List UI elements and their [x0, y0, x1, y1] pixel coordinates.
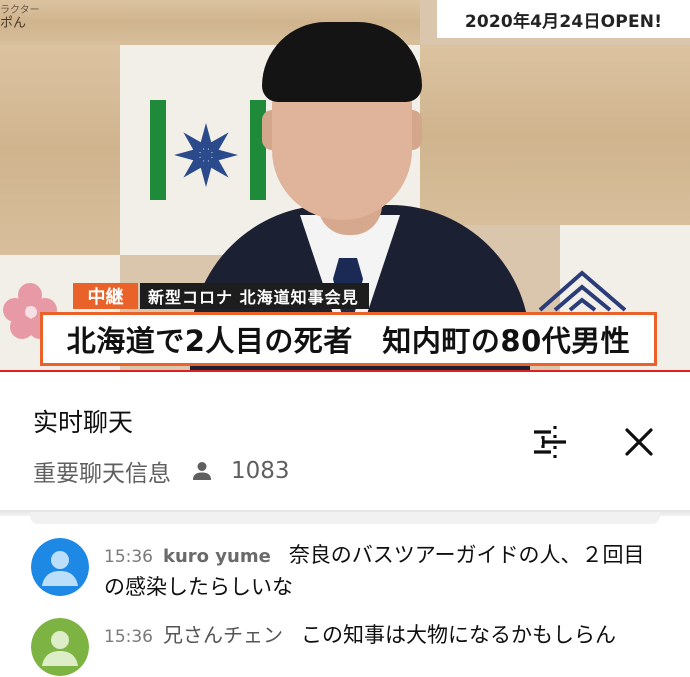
video-player[interactable]: ラクター ポん 2020年4月24日OPEN! 中継 新型コロナ 北海道知事会見…	[0, 0, 690, 372]
hokkaido-emblem-icon	[174, 123, 238, 187]
emblem-stripe	[150, 100, 166, 200]
viewer-count: 1083	[231, 458, 290, 484]
backdrop-text: ラクター ポん	[0, 4, 40, 30]
backdrop-panel	[0, 45, 120, 255]
video-progress-fill	[0, 370, 690, 372]
backdrop-text-line: ポん	[0, 16, 27, 31]
avatar[interactable]	[31, 618, 89, 676]
chat-title: 实时聊天	[33, 408, 134, 437]
message-author[interactable]: 兄さんチェン	[163, 623, 283, 647]
message-body: 15:36 kuro yume 奈良のバスツアーガイドの人、２回目の感染したらしいな	[104, 540, 664, 602]
live-tag: 中継	[73, 283, 138, 309]
chat-mode-selector[interactable]: 重要聊天信息 1083	[33, 454, 290, 488]
message-time: 15:36	[104, 547, 153, 567]
ainu-pattern-icon	[538, 270, 627, 312]
open-banner: 2020年4月24日OPEN!	[437, 0, 690, 38]
default-avatar-icon	[31, 618, 89, 676]
chat-mode-label: 重要聊天信息	[33, 461, 171, 487]
person-icon	[193, 462, 211, 480]
close-icon	[625, 428, 653, 456]
chat-close-button[interactable]	[617, 423, 661, 461]
backdrop-panel	[420, 45, 690, 225]
chat-filter-button[interactable]	[528, 423, 572, 461]
message-time: 15:36	[104, 627, 153, 647]
news-headline: 北海道で2人目の死者 知内町の80代男性	[40, 312, 657, 366]
default-avatar-icon	[31, 538, 89, 596]
video-progress-bar[interactable]	[0, 370, 690, 372]
news-subcaption: 新型コロナ 北海道知事会見	[140, 283, 369, 309]
avatar[interactable]	[31, 538, 89, 596]
message-text: この知事は大物になるかもしらん	[301, 623, 616, 647]
live-chat-header: 实时聊天 重要聊天信息 1083	[0, 373, 690, 510]
divider	[30, 512, 660, 524]
message-author[interactable]: kuro yume	[163, 546, 271, 567]
sliders-icon	[534, 426, 567, 458]
message-body: 15:36 兄さんチェン この知事は大物になるかもしらん	[104, 620, 664, 652]
